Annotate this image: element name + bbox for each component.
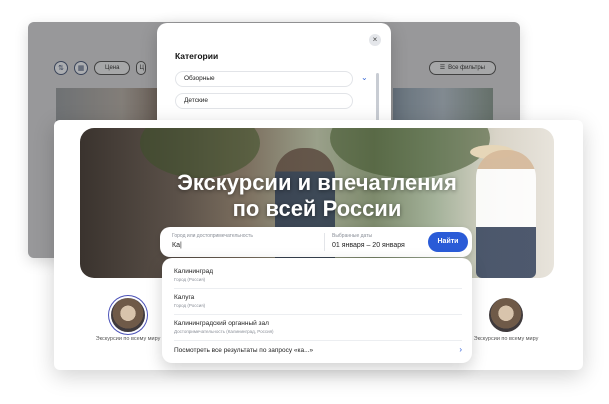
- suggestion-title: Калининградский органный зал: [174, 320, 269, 327]
- search-bar: Город или достопримечательность Ка| Выбр…: [160, 227, 472, 257]
- suggestion-item[interactable]: Калининград Город (Россия): [174, 268, 462, 282]
- suggestion-subtitle: Город (Россия): [174, 277, 206, 282]
- divider: [324, 233, 325, 251]
- city-field-label: Город или достопримечательность: [172, 233, 253, 239]
- category-label: Экскурсии по всему миру: [473, 336, 539, 342]
- close-icon[interactable]: ×: [369, 34, 381, 46]
- divider: [174, 314, 462, 315]
- search-suggestions: Калининград Город (Россия) Калуга Город …: [162, 258, 472, 363]
- category-avatar: [111, 298, 145, 332]
- chevron-down-icon[interactable]: ⌄: [361, 73, 368, 82]
- category-avatar: [489, 298, 523, 332]
- suggestion-subtitle: Достопримечательность (Калининград, Росс…: [174, 329, 274, 334]
- category-tile[interactable]: Экскурсии по всему миру: [88, 298, 168, 343]
- divider: [174, 340, 462, 341]
- category-tile[interactable]: Экскурсии по всему миру: [466, 298, 546, 343]
- main-window: Экскурсии и впечатления по всей России Г…: [54, 120, 583, 370]
- category-label: Экскурсии по всему миру: [95, 336, 161, 342]
- suggestion-item[interactable]: Калуга Город (Россия): [174, 294, 462, 308]
- divider: [174, 288, 462, 289]
- category-option[interactable]: Обзорные: [175, 71, 353, 87]
- suggestion-title: Калуга: [174, 294, 195, 301]
- categories-modal: Категории × Обзорные ⌄ Детские: [157, 23, 391, 135]
- see-all-results-link[interactable]: Посмотреть все результаты по запросу «ка…: [174, 347, 313, 354]
- city-input[interactable]: Ка|: [172, 242, 182, 249]
- dates-input[interactable]: 01 января – 20 января: [332, 242, 405, 249]
- suggestion-subtitle: Город (Россия): [174, 303, 206, 308]
- find-button[interactable]: Найти: [428, 232, 468, 252]
- chevron-right-icon[interactable]: ›: [459, 345, 462, 354]
- hero-title: Экскурсии и впечатления по всей России: [177, 170, 457, 221]
- dates-field-label: Выбранные даты: [332, 233, 373, 239]
- suggestion-item[interactable]: Калининградский органный зал Достопримеч…: [174, 320, 462, 334]
- suggestion-title: Калининград: [174, 268, 214, 275]
- category-option[interactable]: Детские: [175, 93, 353, 109]
- modal-title: Категории: [175, 51, 219, 61]
